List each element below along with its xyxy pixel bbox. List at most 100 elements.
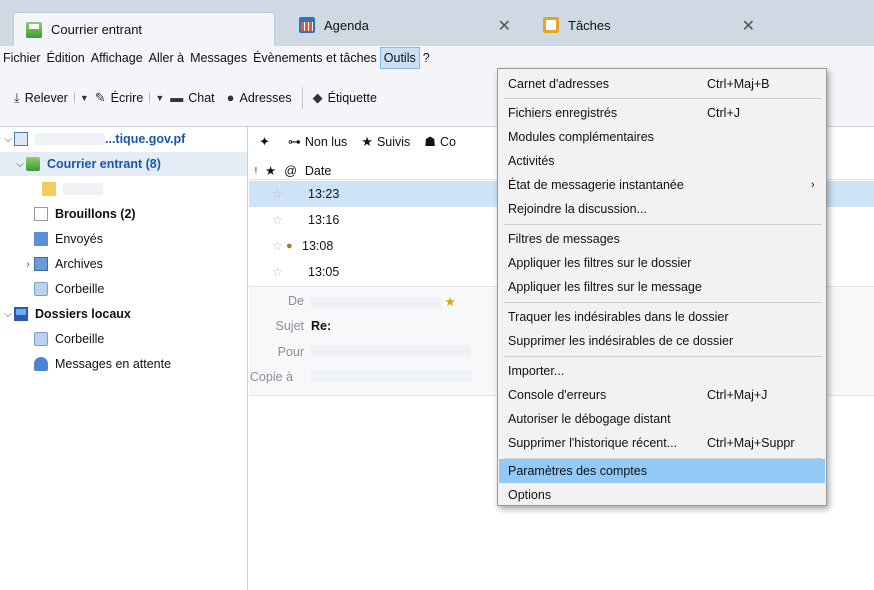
menu-item-carnet-adresses[interactable]: Carnet d'adresses Ctrl+Maj+B [499, 72, 825, 96]
chevron-down-icon[interactable]: ▼ [73, 92, 89, 103]
menu-item-activites[interactable]: Activités [499, 149, 825, 173]
folder-drafts[interactable]: Brouillons (2) [34, 202, 136, 226]
menu-item-filtres[interactable]: Filtres de messages [499, 227, 825, 251]
folder-subfolder[interactable] [42, 177, 103, 201]
folder-account[interactable]: ⌵ ...tique.gov.pf [2, 127, 185, 151]
pencil-icon: ✎ [94, 89, 106, 105]
thread-column-icon[interactable]: ᵎ [255, 164, 257, 178]
menu-item-console-erreurs[interactable]: Console d'erreurs Ctrl+Maj+J [499, 383, 825, 407]
menu-item-label: Supprimer l'historique récent... [508, 436, 678, 450]
menu-item-label: Carnet d'adresses [508, 77, 610, 91]
to-label: Pour [277, 345, 304, 359]
star-icon[interactable]: ☆ [272, 265, 286, 279]
tag-icon: ◆ [312, 89, 323, 105]
menu-item-debogage-distant[interactable]: Autoriser le débogage distant [499, 407, 825, 431]
starred-filter-button[interactable]: ★ Suivis [361, 134, 410, 150]
folder-local[interactable]: ⌵ Dossiers locaux [2, 302, 131, 326]
menu-item-label: Appliquer les filtres sur le message [508, 280, 702, 294]
folder-outbox[interactable]: Messages en attente [34, 352, 171, 376]
mail-account-icon [14, 132, 28, 146]
tab-courrier-entrant[interactable]: Courrier entrant [13, 12, 275, 46]
menu-item-parametres-comptes[interactable]: Paramètres des comptes [499, 459, 825, 483]
star-icon[interactable]: ☆ [272, 187, 286, 201]
menu-item-fichiers-enregistres[interactable]: Fichiers enregistrés Ctrl+J [499, 101, 825, 125]
ecrire-button[interactable]: ✎ Écrire ▼ [95, 90, 164, 106]
unread-filter-button[interactable]: ⊶ Non lus [288, 134, 347, 150]
chevron-down-icon[interactable]: ⌵ [2, 134, 14, 145]
menu-item-rejoindre-discussion[interactable]: Rejoindre la discussion... [499, 197, 825, 221]
trash-icon [34, 332, 48, 346]
chevron-down-icon[interactable]: ⌵ [2, 309, 14, 320]
close-icon[interactable]: ✕ [742, 16, 755, 36]
menu-item-label: Activités [508, 154, 555, 168]
toolbar-separator [301, 86, 303, 109]
folder-local-trash[interactable]: Corbeille [34, 327, 104, 351]
ecrire-label: Écrire [110, 90, 144, 105]
menu-item-appliquer-filtres-dossier[interactable]: Appliquer les filtres sur le dossier [499, 251, 825, 275]
local-trash-label: Corbeille [55, 332, 105, 346]
menu-item-label: Importer... [508, 364, 565, 378]
tasks-icon [543, 17, 559, 33]
folder-inbox[interactable]: ⌵ Courrier entrant (8) [14, 152, 161, 176]
tab-strip: Courrier entrant Agenda ✕ Tâches ✕ [0, 0, 874, 46]
menu-item-supprimer-historique[interactable]: Supprimer l'historique récent... Ctrl+Ma… [499, 431, 825, 455]
relever-button[interactable]: ⤓ Relever ▼ [14, 90, 89, 106]
cc-value [311, 370, 471, 385]
adresses-button[interactable]: ● Adresses [227, 90, 292, 105]
menu-item-shortcut: Ctrl+Maj+B [707, 77, 770, 91]
folder-archives[interactable]: › Archives [22, 252, 103, 276]
menu-fichier[interactable]: Fichier [0, 48, 44, 68]
menu-separator [504, 356, 822, 357]
trash-icon [34, 282, 48, 296]
tab-agenda[interactable]: Agenda ✕ [287, 10, 525, 40]
message-date: 13:05 [308, 265, 340, 279]
redacted-text [311, 370, 471, 382]
chevron-down-icon[interactable]: ▼ [149, 92, 164, 103]
menu-outils[interactable]: Outils [379, 46, 420, 69]
menu-item-importer[interactable]: Importer... [499, 359, 825, 383]
menu-item-modules[interactable]: Modules complémentaires [499, 125, 825, 149]
folder-sent[interactable]: Envoyés [34, 227, 103, 251]
menu-messages[interactable]: Messages [187, 48, 250, 68]
attachment-icon: ● [286, 240, 293, 252]
redacted-text [35, 133, 105, 145]
sent-label: Envoyés [55, 232, 103, 246]
pin-filter-button[interactable]: ✦ [259, 134, 274, 150]
star-icon[interactable]: ☆ [272, 239, 286, 253]
folder-trash[interactable]: Corbeille [34, 277, 104, 301]
menubar: Fichier Édition Affichage Aller à Messag… [0, 46, 874, 69]
star-column-icon[interactable]: ★ [265, 163, 276, 178]
etiquette-button[interactable]: ◆ Étiquette [313, 90, 377, 106]
menu-edition[interactable]: Édition [44, 48, 88, 68]
menu-item-traquer-indesirables[interactable]: Traquer les indésirables dans le dossier [499, 305, 825, 329]
star-icon[interactable]: ☆ [272, 213, 286, 227]
menu-item-appliquer-filtres-message[interactable]: Appliquer les filtres sur le message [499, 275, 825, 299]
menu-aller-a[interactable]: Aller à [146, 48, 187, 68]
close-icon[interactable]: ✕ [498, 16, 511, 36]
date-column-header[interactable]: Date [305, 164, 331, 178]
menu-item-etat-messagerie[interactable]: État de messagerie instantanée › [499, 173, 825, 197]
menu-help[interactable]: ? [420, 48, 433, 68]
menu-item-label: Appliquer les filtres sur le dossier [508, 256, 692, 270]
to-value [311, 345, 471, 360]
menu-item-shortcut: Ctrl+Maj+J [707, 388, 768, 402]
menu-item-label: Supprimer les indésirables de ce dossier [508, 334, 734, 348]
archive-icon [34, 257, 48, 271]
menu-affichage[interactable]: Affichage [88, 48, 146, 68]
chevron-right-icon[interactable]: › [22, 259, 34, 270]
chat-button[interactable]: ▬ Chat [170, 90, 214, 105]
tab-label: Tâches [568, 17, 611, 33]
attachment-column-icon[interactable]: @ [284, 164, 297, 178]
tab-taches[interactable]: Tâches ✕ [531, 10, 769, 40]
outbox-label: Messages en attente [55, 357, 172, 371]
starred-label: Suivis [376, 135, 411, 149]
menu-item-supprimer-indesirables[interactable]: Supprimer les indésirables de ce dossier [499, 329, 825, 353]
tab-label: Courrier entrant [51, 22, 143, 37]
contact-filter-button[interactable]: ☗ Co [424, 134, 456, 150]
menu-item-label: Modules complémentaires [508, 130, 654, 144]
menu-evenements[interactable]: Évènements et tâches [250, 48, 380, 68]
menu-item-options[interactable]: Options [499, 483, 825, 507]
star-icon[interactable]: ★ [311, 294, 456, 309]
menu-item-label: Traquer les indésirables dans le dossier [508, 310, 729, 324]
chevron-down-icon[interactable]: ⌵ [14, 159, 26, 170]
